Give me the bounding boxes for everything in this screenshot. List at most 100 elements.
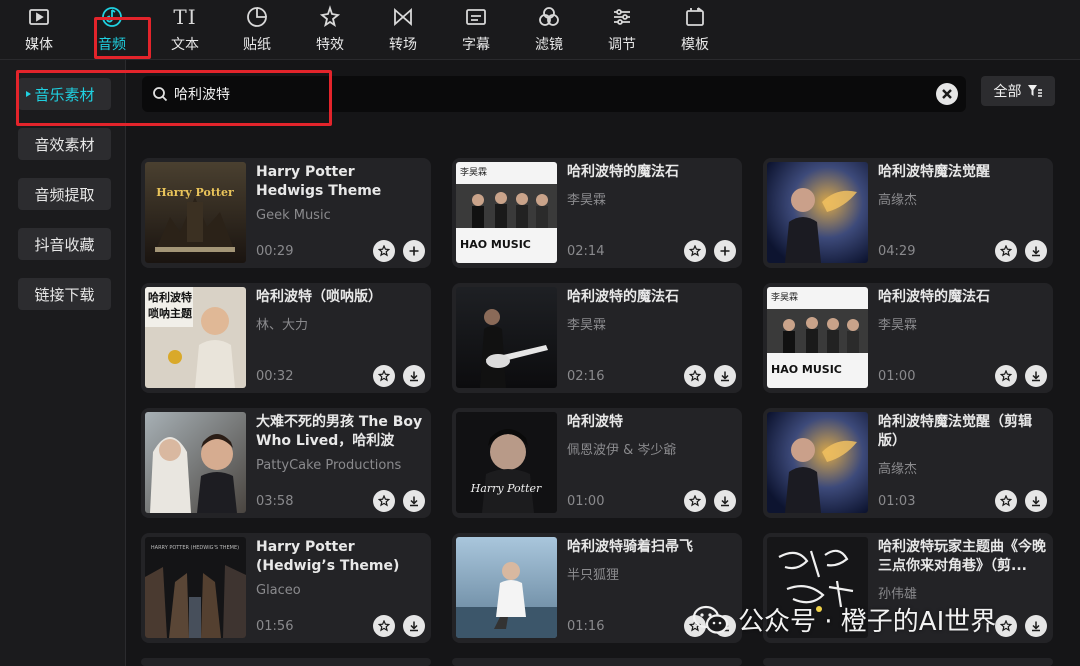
tab-media[interactable]: 媒体 <box>9 2 69 56</box>
star-icon <box>1000 245 1012 257</box>
music-card-partial[interactable] <box>452 658 742 666</box>
favorite-button[interactable] <box>373 365 395 387</box>
tab-audio[interactable]: 音频 <box>82 2 142 56</box>
svg-text:李昊霖: 李昊霖 <box>771 291 798 303</box>
download-button[interactable] <box>714 490 736 512</box>
download-icon <box>1032 371 1040 382</box>
download-button[interactable] <box>403 490 425 512</box>
music-card-partial[interactable] <box>141 658 431 666</box>
favorite-button[interactable] <box>995 615 1017 637</box>
download-button[interactable] <box>1025 615 1047 637</box>
music-card[interactable]: Harry Potter 哈利波特 佩恩波伊 & 岑少爺 01:00 <box>452 408 742 518</box>
sticker-icon <box>244 4 270 30</box>
album-cover: Harry Potter <box>145 162 246 263</box>
svg-text:李昊霖: 李昊霖 <box>460 166 487 178</box>
tab-sticker[interactable]: 贴纸 <box>227 2 287 56</box>
star-icon <box>689 245 701 257</box>
music-card[interactable]: Harry Potter Harry Potter Hedwigs Theme … <box>141 158 431 268</box>
download-icon <box>410 621 418 632</box>
download-button[interactable] <box>403 615 425 637</box>
add-to-track-button[interactable] <box>403 240 425 262</box>
plus-icon <box>409 246 419 256</box>
album-cover: 李昊霖 HAO MUSIC <box>456 162 557 263</box>
music-card[interactable]: 哈利波特 唢呐主题 哈利波特（唢呐版） 林、大力 00:32 <box>141 283 431 393</box>
tab-subtitle[interactable]: 字幕 <box>446 2 506 56</box>
transition-icon <box>390 4 416 30</box>
download-button[interactable] <box>1025 240 1047 262</box>
music-card[interactable]: HARRY POTTER (HEDWIG'S THEME) Harry Pott… <box>141 533 431 643</box>
search-icon <box>153 87 168 102</box>
top-toolbar: 媒体 音频 TI 文本 贴纸 特效 转场 字幕 滤镜 调节 模板 <box>0 0 1080 60</box>
search-bar <box>142 76 966 112</box>
wechat-icon <box>692 605 729 634</box>
download-button[interactable] <box>1025 490 1047 512</box>
album-cover <box>456 537 557 638</box>
sidebar-item-douyin-favorites[interactable]: 抖音收藏 <box>18 228 111 260</box>
text-icon: TI <box>173 5 197 29</box>
music-card[interactable]: 哈利波特魔法觉醒（剪辑版） 高缘杰 01:03 <box>763 408 1053 518</box>
download-icon <box>1032 246 1040 257</box>
music-card[interactable]: 哈利波特魔法觉醒 高缘杰 04:29 <box>763 158 1053 268</box>
filter-funnel-icon <box>1027 85 1042 97</box>
svg-text:Harry Potter: Harry Potter <box>470 482 542 495</box>
sidebar: 音乐素材 音效素材 音频提取 抖音收藏 链接下载 <box>0 60 126 666</box>
download-icon <box>1032 621 1040 632</box>
subtitle-icon <box>463 4 489 30</box>
download-icon <box>1032 496 1040 507</box>
star-icon <box>378 495 390 507</box>
svg-text:HAO MUSIC: HAO MUSIC <box>771 363 842 376</box>
favorite-button[interactable] <box>995 240 1017 262</box>
search-input[interactable] <box>174 86 874 102</box>
sidebar-item-link-download[interactable]: 链接下载 <box>18 278 111 310</box>
music-card[interactable]: 哈利波特的魔法石 李昊霖 02:16 <box>452 283 742 393</box>
tab-effects[interactable]: 特效 <box>300 2 360 56</box>
filter-dropdown[interactable]: 全部 <box>981 76 1055 106</box>
download-icon <box>721 371 729 382</box>
clear-search-button[interactable] <box>936 83 958 105</box>
svg-text:HARRY POTTER (HEDWIG'S THEME): HARRY POTTER (HEDWIG'S THEME) <box>151 545 239 551</box>
tab-adjust[interactable]: 调节 <box>592 2 652 56</box>
favorite-button[interactable] <box>373 615 395 637</box>
star-icon <box>689 370 701 382</box>
favorite-button[interactable] <box>684 240 706 262</box>
tab-filter[interactable]: 滤镜 <box>519 2 579 56</box>
music-card[interactable]: 大难不死的男孩 The Boy Who Lived，哈利波特... PattyC… <box>141 408 431 518</box>
tab-text[interactable]: TI 文本 <box>155 2 215 56</box>
close-icon <box>942 89 952 99</box>
favorite-button[interactable] <box>373 490 395 512</box>
star-icon <box>1000 370 1012 382</box>
album-cover: 哈利波特 唢呐主题 <box>145 287 246 388</box>
album-cover <box>145 412 246 513</box>
add-to-track-button[interactable] <box>714 240 736 262</box>
tab-template[interactable]: 模板 <box>665 2 725 56</box>
favorite-button[interactable] <box>995 490 1017 512</box>
svg-text:哈利波特: 哈利波特 <box>148 290 192 304</box>
adjust-icon <box>609 4 635 30</box>
plus-icon <box>720 246 730 256</box>
album-cover: HARRY POTTER (HEDWIG'S THEME) <box>145 537 246 638</box>
favorite-button[interactable] <box>373 240 395 262</box>
star-icon <box>378 370 390 382</box>
album-cover <box>767 162 868 263</box>
download-button[interactable] <box>714 365 736 387</box>
tab-transition[interactable]: 转场 <box>373 2 433 56</box>
sidebar-item-audio-extract[interactable]: 音频提取 <box>18 178 111 210</box>
sidebar-item-sound-effects[interactable]: 音效素材 <box>18 128 111 160</box>
svg-text:唢呐主题: 唢呐主题 <box>148 306 193 320</box>
album-cover: Harry Potter <box>456 412 557 513</box>
sidebar-item-music[interactable]: 音乐素材 <box>18 78 111 110</box>
music-card[interactable]: 李昊霖 HAO MUSIC 哈利波特的魔法石 李昊霖 02:14 <box>452 158 742 268</box>
music-card[interactable]: 李昊霖 HAO MUSIC 哈利波特的魔法石 李昊霖 01:00 <box>763 283 1053 393</box>
music-card-partial[interactable] <box>763 658 1053 666</box>
album-cover <box>456 287 557 388</box>
album-cover: 李昊霖 HAO MUSIC <box>767 287 868 388</box>
filter-icon <box>536 4 562 30</box>
play-icon <box>26 4 52 30</box>
download-button[interactable] <box>403 365 425 387</box>
audio-icon <box>99 4 125 30</box>
favorite-button[interactable] <box>684 490 706 512</box>
favorite-button[interactable] <box>995 365 1017 387</box>
download-button[interactable] <box>1025 365 1047 387</box>
download-icon <box>410 496 418 507</box>
favorite-button[interactable] <box>684 365 706 387</box>
